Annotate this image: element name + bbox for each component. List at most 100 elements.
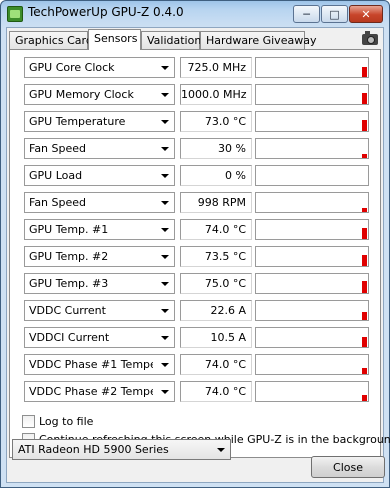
sensor-value: 10.5 A	[180, 327, 252, 348]
sensor-value: 73.0 °C	[180, 111, 252, 132]
sensor-value: 22.6 A	[180, 300, 252, 321]
sensor-type-dropdown[interactable]: VDDC Phase #1 Temperature	[24, 354, 175, 375]
sensor-graph-bar	[362, 337, 367, 347]
sensor-name: VDDC Phase #1 Temperature	[29, 358, 153, 371]
sensor-graph	[255, 300, 369, 321]
sensor-graph	[255, 192, 369, 213]
chevron-down-icon	[161, 390, 169, 394]
log-to-file-checkbox[interactable]	[22, 414, 35, 428]
chevron-down-icon	[161, 147, 169, 151]
chevron-down-icon	[217, 448, 225, 452]
chevron-down-icon	[161, 93, 169, 97]
sensors-panel: GPU Core Clock 725.0 MHz GPU Memory Clock 1…	[9, 49, 390, 458]
sensor-type-dropdown[interactable]: VDDC Phase #2 Temperature	[24, 381, 175, 402]
gpu-selector-dropdown[interactable]: ATI Radeon HD 5900 Series	[12, 439, 231, 460]
sensor-graph	[255, 138, 369, 159]
sensor-type-dropdown[interactable]: GPU Temperature	[24, 111, 175, 132]
sensor-graph	[255, 246, 369, 267]
sensor-type-dropdown[interactable]: GPU Temp. #2	[24, 246, 175, 267]
sensor-graph	[255, 273, 369, 294]
sensor-name: VDDC Current	[29, 304, 106, 317]
sensor-type-dropdown[interactable]: Fan Speed	[24, 192, 175, 213]
gpuz-window: TechPowerUp GPU-Z 0.4.0 ─ □ ✕ Graphics C…	[0, 0, 390, 488]
tab-graphics-card[interactable]: Graphics Card	[9, 31, 93, 49]
sensor-row: GPU Load 0 %	[10, 162, 382, 189]
client-area: Graphics Card Sensors Validation Hardwar…	[6, 27, 390, 483]
sensor-type-dropdown[interactable]: GPU Core Clock	[24, 57, 175, 78]
sensor-row: GPU Core Clock 725.0 MHz	[10, 54, 382, 81]
sensor-value: 0 %	[180, 165, 252, 186]
chevron-down-icon	[161, 228, 169, 232]
sensor-type-dropdown[interactable]: GPU Temp. #1	[24, 219, 175, 240]
sensor-value: 73.5 °C	[180, 246, 252, 267]
sensor-graph	[255, 57, 369, 78]
sensor-name: Fan Speed	[29, 196, 87, 209]
sensor-value: 725.0 MHz	[180, 57, 252, 78]
chevron-down-icon	[161, 120, 169, 124]
sensor-name: GPU Temp. #3	[29, 277, 109, 290]
window-title: TechPowerUp GPU-Z 0.4.0	[28, 5, 184, 19]
sensor-value: 30 %	[180, 138, 252, 159]
close-button[interactable]: Close	[311, 456, 385, 478]
sensor-graph-bar	[362, 281, 367, 293]
tab-sensors[interactable]: Sensors	[88, 29, 141, 50]
sensor-row: GPU Temp. #1 74.0 °C	[10, 216, 382, 243]
sensor-graph-bar	[362, 368, 367, 374]
sensor-value: 74.0 °C	[180, 354, 252, 375]
sensor-name: GPU Temperature	[29, 115, 126, 128]
minimize-button[interactable]: ─	[293, 5, 320, 23]
sensor-value: 74.0 °C	[180, 219, 252, 240]
camera-icon	[362, 30, 378, 45]
sensor-name: GPU Temp. #1	[29, 223, 109, 236]
sensor-graph	[255, 354, 369, 375]
sensor-value: 1000.0 MHz	[180, 84, 252, 105]
gpu-selector-value: ATI Radeon HD 5900 Series	[18, 443, 169, 456]
chevron-down-icon	[161, 309, 169, 313]
chevron-down-icon	[161, 66, 169, 70]
sensor-type-dropdown[interactable]: GPU Memory Clock	[24, 84, 175, 105]
sensor-name: VDDCI Current	[29, 331, 110, 344]
gpuz-app-icon	[7, 6, 23, 22]
sensor-type-dropdown[interactable]: VDDCI Current	[24, 327, 175, 348]
sensor-row: VDDC Phase #1 Temperature 74.0 °C	[10, 351, 382, 378]
chevron-down-icon	[161, 174, 169, 178]
maximize-button[interactable]: □	[321, 5, 348, 23]
chevron-down-icon	[161, 255, 169, 259]
screenshot-button[interactable]	[359, 30, 381, 47]
sensor-type-dropdown[interactable]: VDDC Current	[24, 300, 175, 321]
sensor-graph-bar	[362, 255, 367, 266]
sensor-graph	[255, 111, 369, 132]
tab-hardware-giveaway[interactable]: Hardware Giveaway	[200, 31, 316, 49]
chevron-down-icon	[161, 336, 169, 340]
sensor-graph-bar	[362, 228, 367, 239]
chevron-down-icon	[161, 201, 169, 205]
log-to-file-label: Log to file	[39, 414, 94, 428]
sensor-row: GPU Temp. #3 75.0 °C	[10, 270, 382, 297]
sensor-name: VDDC Phase #2 Temperature	[29, 385, 153, 398]
sensor-graph	[255, 219, 369, 240]
sensor-graph-bar	[362, 120, 367, 131]
sensor-name: GPU Temp. #2	[29, 250, 109, 263]
sensor-row: Fan Speed 30 %	[10, 135, 382, 162]
sensor-name: GPU Memory Clock	[29, 88, 134, 101]
sensor-row: GPU Temperature 73.0 °C	[10, 108, 382, 135]
close-window-button[interactable]: ✕	[349, 5, 383, 23]
chevron-down-icon	[161, 282, 169, 286]
sensor-graph-bar	[362, 93, 367, 104]
sensor-name: Fan Speed	[29, 142, 87, 155]
tab-validation[interactable]: Validation	[141, 31, 201, 49]
sensor-type-dropdown[interactable]: GPU Temp. #3	[24, 273, 175, 294]
sensor-row: VDDC Current 22.6 A	[10, 297, 382, 324]
sensor-row: VDDCI Current 10.5 A	[10, 324, 382, 351]
sensor-graph-bar	[362, 312, 367, 320]
sensor-graph-bar	[362, 208, 367, 212]
sensor-name: GPU Core Clock	[29, 61, 115, 74]
title-bar[interactable]: TechPowerUp GPU-Z 0.4.0 ─ □ ✕	[1, 1, 389, 27]
sensor-name: GPU Load	[29, 169, 83, 182]
chevron-down-icon	[161, 363, 169, 367]
sensor-type-dropdown[interactable]: Fan Speed	[24, 138, 175, 159]
sensor-type-dropdown[interactable]: GPU Load	[24, 165, 175, 186]
sensor-graph-bar	[362, 67, 367, 77]
log-to-file-option[interactable]: Log to file	[22, 413, 93, 429]
sensor-graph	[255, 84, 369, 105]
